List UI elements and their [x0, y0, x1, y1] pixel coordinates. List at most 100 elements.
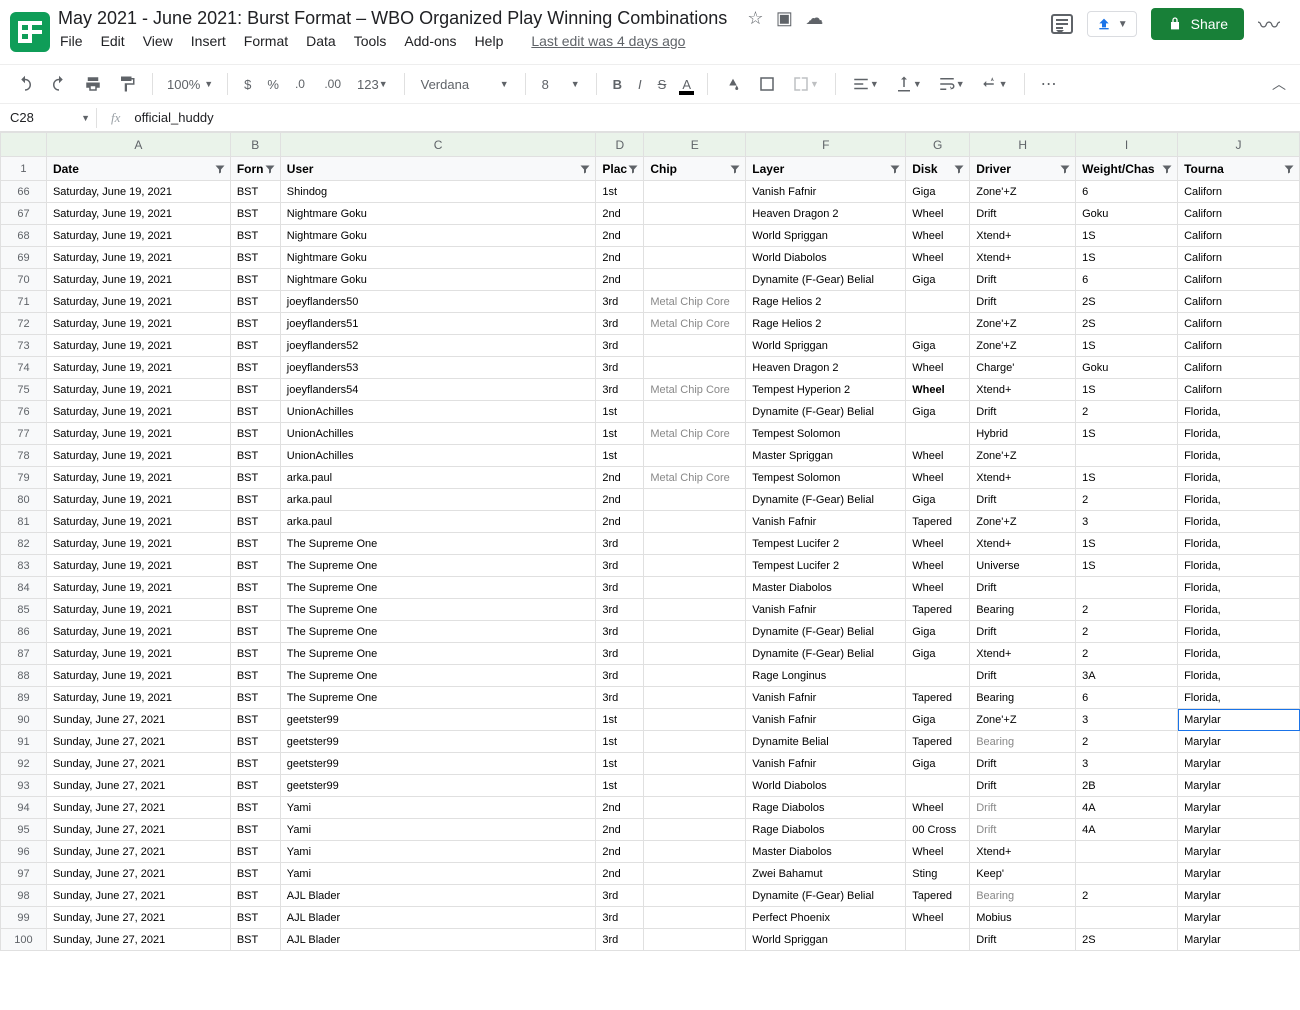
cell-C88[interactable]: The Supreme One — [280, 665, 596, 687]
cell-H68[interactable]: Xtend+ — [970, 225, 1076, 247]
cell-I80[interactable]: 2 — [1076, 489, 1178, 511]
cell-A80[interactable]: Saturday, June 19, 2021 — [46, 489, 230, 511]
filter-icon[interactable] — [889, 163, 901, 175]
row-head[interactable]: 88 — [1, 665, 47, 687]
cell-I69[interactable]: 1S — [1076, 247, 1178, 269]
cell-F91[interactable]: Dynamite Belial — [746, 731, 906, 753]
cell-H73[interactable]: Zone'+Z — [970, 335, 1076, 357]
cell-A73[interactable]: Saturday, June 19, 2021 — [46, 335, 230, 357]
fill-color-button[interactable] — [718, 71, 748, 97]
cell-F70[interactable]: Dynamite (F-Gear) Belial — [746, 269, 906, 291]
cell-H80[interactable]: Drift — [970, 489, 1076, 511]
header-F[interactable]: Layer — [746, 157, 906, 181]
italic-button[interactable]: I — [632, 73, 648, 96]
cell-J93[interactable]: Marylar — [1178, 775, 1300, 797]
cell-J66[interactable]: Californ — [1178, 181, 1300, 203]
cell-D82[interactable]: 3rd — [596, 533, 644, 555]
cell-H97[interactable]: Keep' — [970, 863, 1076, 885]
cell-D66[interactable]: 1st — [596, 181, 644, 203]
row-head[interactable]: 66 — [1, 181, 47, 203]
cell-F82[interactable]: Tempest Lucifer 2 — [746, 533, 906, 555]
cell-C95[interactable]: Yami — [280, 819, 596, 841]
cell-I86[interactable]: 2 — [1076, 621, 1178, 643]
cell-H99[interactable]: Mobius — [970, 907, 1076, 929]
cell-E78[interactable] — [644, 445, 746, 467]
cell-D78[interactable]: 1st — [596, 445, 644, 467]
cell-B74[interactable]: BST — [230, 357, 280, 379]
cell-G92[interactable]: Giga — [906, 753, 970, 775]
cell-J92[interactable]: Marylar — [1178, 753, 1300, 775]
cell-D69[interactable]: 2nd — [596, 247, 644, 269]
filter-icon[interactable] — [1161, 163, 1173, 175]
row-head[interactable]: 78 — [1, 445, 47, 467]
row-head[interactable]: 82 — [1, 533, 47, 555]
cell-F80[interactable]: Dynamite (F-Gear) Belial — [746, 489, 906, 511]
format-percent-button[interactable]: % — [261, 73, 285, 96]
cell-I90[interactable]: 3 — [1076, 709, 1178, 731]
cell-D90[interactable]: 1st — [596, 709, 644, 731]
cell-E92[interactable] — [644, 753, 746, 775]
cell-C73[interactable]: joeyflanders52 — [280, 335, 596, 357]
cell-D83[interactable]: 3rd — [596, 555, 644, 577]
cell-E66[interactable] — [644, 181, 746, 203]
cell-A98[interactable]: Sunday, June 27, 2021 — [46, 885, 230, 907]
filter-icon[interactable] — [729, 163, 741, 175]
cell-G94[interactable]: Wheel — [906, 797, 970, 819]
cell-I96[interactable] — [1076, 841, 1178, 863]
cell-C82[interactable]: The Supreme One — [280, 533, 596, 555]
cell-E93[interactable] — [644, 775, 746, 797]
cell-B87[interactable]: BST — [230, 643, 280, 665]
cell-H94[interactable]: Drift — [970, 797, 1076, 819]
cell-I83[interactable]: 1S — [1076, 555, 1178, 577]
name-box[interactable]: C28 ▼ — [0, 110, 96, 125]
cell-I98[interactable]: 2 — [1076, 885, 1178, 907]
cloud-status-icon[interactable]: ☁ — [805, 8, 823, 28]
paint-format-button[interactable] — [112, 71, 142, 97]
cell-I91[interactable]: 2 — [1076, 731, 1178, 753]
cell-I92[interactable]: 3 — [1076, 753, 1178, 775]
cell-G87[interactable]: Giga — [906, 643, 970, 665]
cell-B66[interactable]: BST — [230, 181, 280, 203]
cell-H92[interactable]: Drift — [970, 753, 1076, 775]
cell-B72[interactable]: BST — [230, 313, 280, 335]
cell-D99[interactable]: 3rd — [596, 907, 644, 929]
row-head[interactable]: 76 — [1, 401, 47, 423]
cell-I71[interactable]: 2S — [1076, 291, 1178, 313]
cell-A82[interactable]: Saturday, June 19, 2021 — [46, 533, 230, 555]
cell-A97[interactable]: Sunday, June 27, 2021 — [46, 863, 230, 885]
cell-H71[interactable]: Drift — [970, 291, 1076, 313]
cell-B69[interactable]: BST — [230, 247, 280, 269]
cell-B75[interactable]: BST — [230, 379, 280, 401]
cell-F74[interactable]: Heaven Dragon 2 — [746, 357, 906, 379]
cell-C76[interactable]: UnionAchilles — [280, 401, 596, 423]
cell-F96[interactable]: Master Diabolos — [746, 841, 906, 863]
cell-B91[interactable]: BST — [230, 731, 280, 753]
row-head[interactable]: 72 — [1, 313, 47, 335]
cell-A71[interactable]: Saturday, June 19, 2021 — [46, 291, 230, 313]
cell-D89[interactable]: 3rd — [596, 687, 644, 709]
share-button[interactable]: Share — [1151, 8, 1244, 40]
cell-E98[interactable] — [644, 885, 746, 907]
cell-D76[interactable]: 1st — [596, 401, 644, 423]
vertical-align-button[interactable]: ▼ — [889, 71, 928, 97]
cell-F93[interactable]: World Diabolos — [746, 775, 906, 797]
cell-A78[interactable]: Saturday, June 19, 2021 — [46, 445, 230, 467]
cell-C99[interactable]: AJL Blader — [280, 907, 596, 929]
cell-G75[interactable]: Wheel — [906, 379, 970, 401]
cell-A100[interactable]: Sunday, June 27, 2021 — [46, 929, 230, 951]
header-E[interactable]: Chip — [644, 157, 746, 181]
menu-view[interactable]: View — [143, 33, 173, 49]
cell-E89[interactable] — [644, 687, 746, 709]
cell-G82[interactable]: Wheel — [906, 533, 970, 555]
cell-J90[interactable]: Marylar — [1178, 709, 1300, 731]
present-button[interactable]: ▼ — [1087, 11, 1137, 37]
cell-G89[interactable]: Tapered — [906, 687, 970, 709]
cell-B80[interactable]: BST — [230, 489, 280, 511]
cell-B97[interactable]: BST — [230, 863, 280, 885]
cell-H79[interactable]: Xtend+ — [970, 467, 1076, 489]
cell-D93[interactable]: 1st — [596, 775, 644, 797]
cell-I78[interactable] — [1076, 445, 1178, 467]
row-head[interactable]: 95 — [1, 819, 47, 841]
cell-D86[interactable]: 3rd — [596, 621, 644, 643]
cell-J88[interactable]: Florida, — [1178, 665, 1300, 687]
